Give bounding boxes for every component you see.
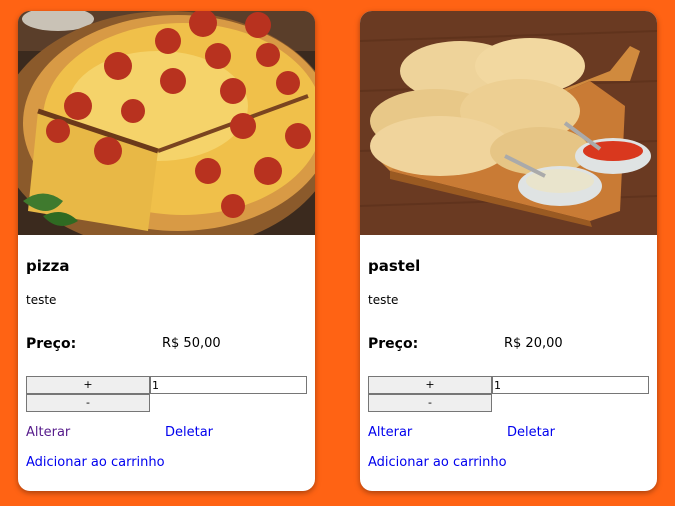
product-name: pizza — [26, 257, 70, 275]
product-price: R$ 50,00 — [162, 336, 221, 351]
pastel-photo — [360, 11, 657, 235]
decrease-quantity-button[interactable]: - — [368, 394, 492, 412]
product-price: R$ 20,00 — [504, 336, 563, 351]
increase-quantity-button[interactable]: + — [26, 376, 150, 394]
price-label: Preço: — [368, 336, 419, 352]
product-grid: pizza teste Preço: R$ 50,00 + - Alterar … — [0, 0, 675, 506]
quantity-input[interactable] — [150, 376, 307, 394]
delete-link[interactable]: Deletar — [507, 425, 555, 440]
add-to-cart-link[interactable]: Adicionar ao carrinho — [26, 455, 165, 470]
decrease-quantity-button[interactable]: - — [26, 394, 150, 412]
product-description: teste — [26, 293, 57, 307]
increase-quantity-button[interactable]: + — [368, 376, 492, 394]
product-card: pastel teste Preço: R$ 20,00 + - Alterar… — [360, 11, 657, 491]
edit-link[interactable]: Alterar — [26, 425, 70, 440]
delete-link[interactable]: Deletar — [165, 425, 213, 440]
product-card: pizza teste Preço: R$ 50,00 + - Alterar … — [18, 11, 315, 491]
product-name: pastel — [368, 257, 421, 275]
edit-link[interactable]: Alterar — [368, 425, 412, 440]
price-label: Preço: — [26, 336, 77, 352]
pizza-photo — [18, 11, 315, 235]
product-description: teste — [368, 293, 399, 307]
add-to-cart-link[interactable]: Adicionar ao carrinho — [368, 455, 507, 470]
quantity-input[interactable] — [492, 376, 649, 394]
